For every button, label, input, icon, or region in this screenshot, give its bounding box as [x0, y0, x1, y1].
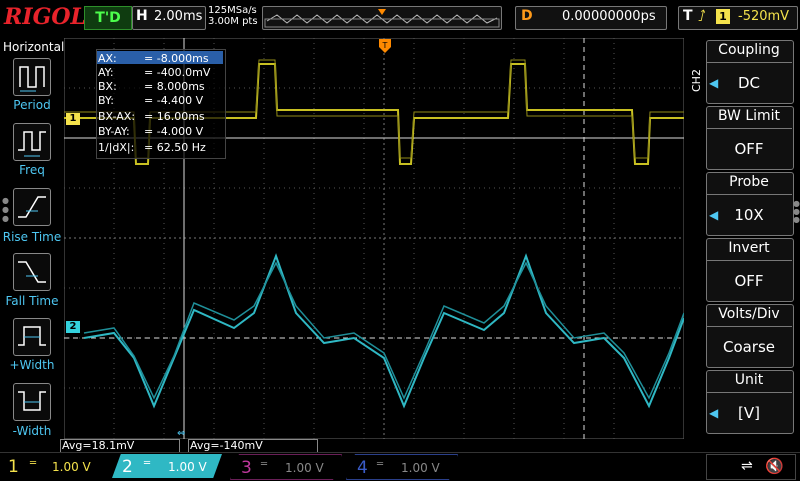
ch2-number: 2	[122, 457, 133, 477]
invert-value: OFF	[734, 272, 764, 290]
trigger-position-value: 0.00000000ps	[562, 9, 656, 24]
coupling-value: DC	[737, 74, 761, 92]
ch3-number: 3	[241, 458, 252, 478]
cursor-row: BY-AY: = -4.000 V	[98, 125, 204, 138]
ch1-offset-marker[interactable]: 1	[66, 113, 80, 125]
system-icons-area: ⇌ 🔇	[706, 454, 796, 480]
fall-time-label: Fall Time	[5, 294, 59, 308]
trigger-letter: T	[683, 8, 693, 24]
fall-time-button[interactable]	[13, 253, 51, 291]
usb-icon: ⇌	[741, 458, 753, 474]
volts-div-value: Coarse	[722, 338, 776, 356]
dc-coupling-icon: ═	[261, 459, 268, 470]
probe-value: 10X	[734, 206, 764, 224]
ch1-scale: 1.00 V	[52, 460, 91, 474]
divider	[706, 62, 792, 63]
ch2-avg-value: Avg=-140mV	[190, 439, 263, 452]
dc-coupling-icon: ═	[144, 458, 151, 469]
divider	[706, 260, 792, 261]
rising-edge-icon: ⭜	[698, 7, 706, 25]
ch4-number: 4	[357, 458, 368, 478]
horizontal-menu-title: Horizontal	[3, 40, 65, 54]
ch2-status[interactable]: 2 ═ 1.00 V	[112, 454, 222, 478]
bw-limit-title: BW Limit	[717, 108, 781, 124]
positive-width-label: +Width	[9, 358, 55, 372]
cursor-row: AY: = -400.0mV	[98, 66, 211, 79]
ch1-status[interactable]: 1 ═ 1.00 V	[2, 454, 110, 478]
divider	[706, 326, 792, 327]
negative-width-icon	[18, 391, 46, 411]
timebase-value: 2.00ms	[154, 9, 203, 24]
cursor-row: AX: = -8.000ms	[98, 52, 209, 65]
unit-title: Unit	[734, 372, 764, 388]
ch3-scale: 1.00 V	[285, 461, 324, 475]
coupling-title: Coupling	[718, 42, 780, 58]
rise-time-label: Rise Time	[2, 230, 62, 244]
sample-rate: 125MSa/s	[208, 5, 257, 16]
trigger-source-badge: 1	[716, 9, 730, 24]
sampling-info: 125MSa/s 3.00M pts	[208, 5, 258, 27]
memory-overview[interactable]	[262, 6, 502, 30]
memory-wave-icon	[264, 9, 500, 28]
freq-label: Freq	[19, 163, 45, 177]
cursor-a-handle-icon[interactable]: ⇔	[177, 428, 185, 439]
cursor-row: BY: = -4.400 V	[98, 94, 204, 107]
unit-value: [V]	[738, 404, 760, 422]
timebase-letter: H	[136, 8, 148, 24]
ch1-avg-value: Avg=18.1mV	[62, 439, 135, 452]
ch1-number: 1	[8, 457, 19, 477]
ch3-status[interactable]: 3 ═ 1.00 V	[230, 454, 342, 480]
scroll-dots-icon: ● ● ●	[793, 199, 800, 224]
dc-coupling-icon: ═	[377, 459, 384, 470]
brand-logo: RIGOL	[4, 4, 86, 30]
ch4-scale: 1.00 V	[401, 461, 440, 475]
period-button[interactable]	[13, 58, 51, 96]
ch2-offset-marker[interactable]: 2	[66, 321, 80, 333]
freq-button[interactable]	[13, 123, 51, 161]
divider	[706, 194, 792, 195]
cursor-row: BX-AX: = 16.00ms	[98, 110, 205, 123]
rise-time-button[interactable]	[13, 188, 51, 226]
speaker-muted-icon[interactable]: 🔇	[765, 457, 784, 475]
fall-time-icon	[18, 261, 46, 283]
positive-width-button[interactable]	[13, 318, 51, 356]
negative-width-label: -Width	[12, 424, 52, 438]
divider	[706, 392, 792, 393]
frequency-measure-icon	[18, 131, 46, 157]
rise-time-icon	[18, 196, 46, 218]
trigger-position-letter: D	[521, 8, 533, 24]
bw-limit-value: OFF	[734, 140, 764, 158]
ch4-status[interactable]: 4 ═ 1.00 V	[346, 454, 458, 480]
cursor-row: BX: = 8.000ms	[98, 80, 205, 93]
ch2-scale: 1.00 V	[168, 460, 207, 474]
trigger-pos-marker-icon	[378, 9, 386, 15]
channel-tag: CH2	[690, 69, 703, 92]
scroll-dots-icon: ● ● ●	[2, 196, 9, 223]
probe-title: Probe	[729, 174, 769, 190]
invert-title: Invert	[728, 240, 770, 256]
divider	[706, 128, 792, 129]
trigger-level: -520mV	[738, 9, 790, 24]
svg-text:T: T	[382, 41, 388, 50]
run-status-badge[interactable]: T'D	[84, 6, 132, 30]
cursor-row: 1/|dX|: = 62.50 Hz	[98, 141, 206, 154]
volts-div-title: Volts/Div	[718, 306, 780, 322]
trigger-position-marker-icon[interactable]: T	[378, 38, 392, 54]
dc-coupling-icon: ═	[30, 458, 37, 469]
positive-width-icon	[18, 326, 46, 346]
period-measure-icon	[19, 66, 45, 92]
negative-width-button[interactable]	[13, 383, 51, 421]
memory-depth: 3.00M pts	[208, 16, 258, 27]
period-label: Period	[13, 98, 51, 112]
